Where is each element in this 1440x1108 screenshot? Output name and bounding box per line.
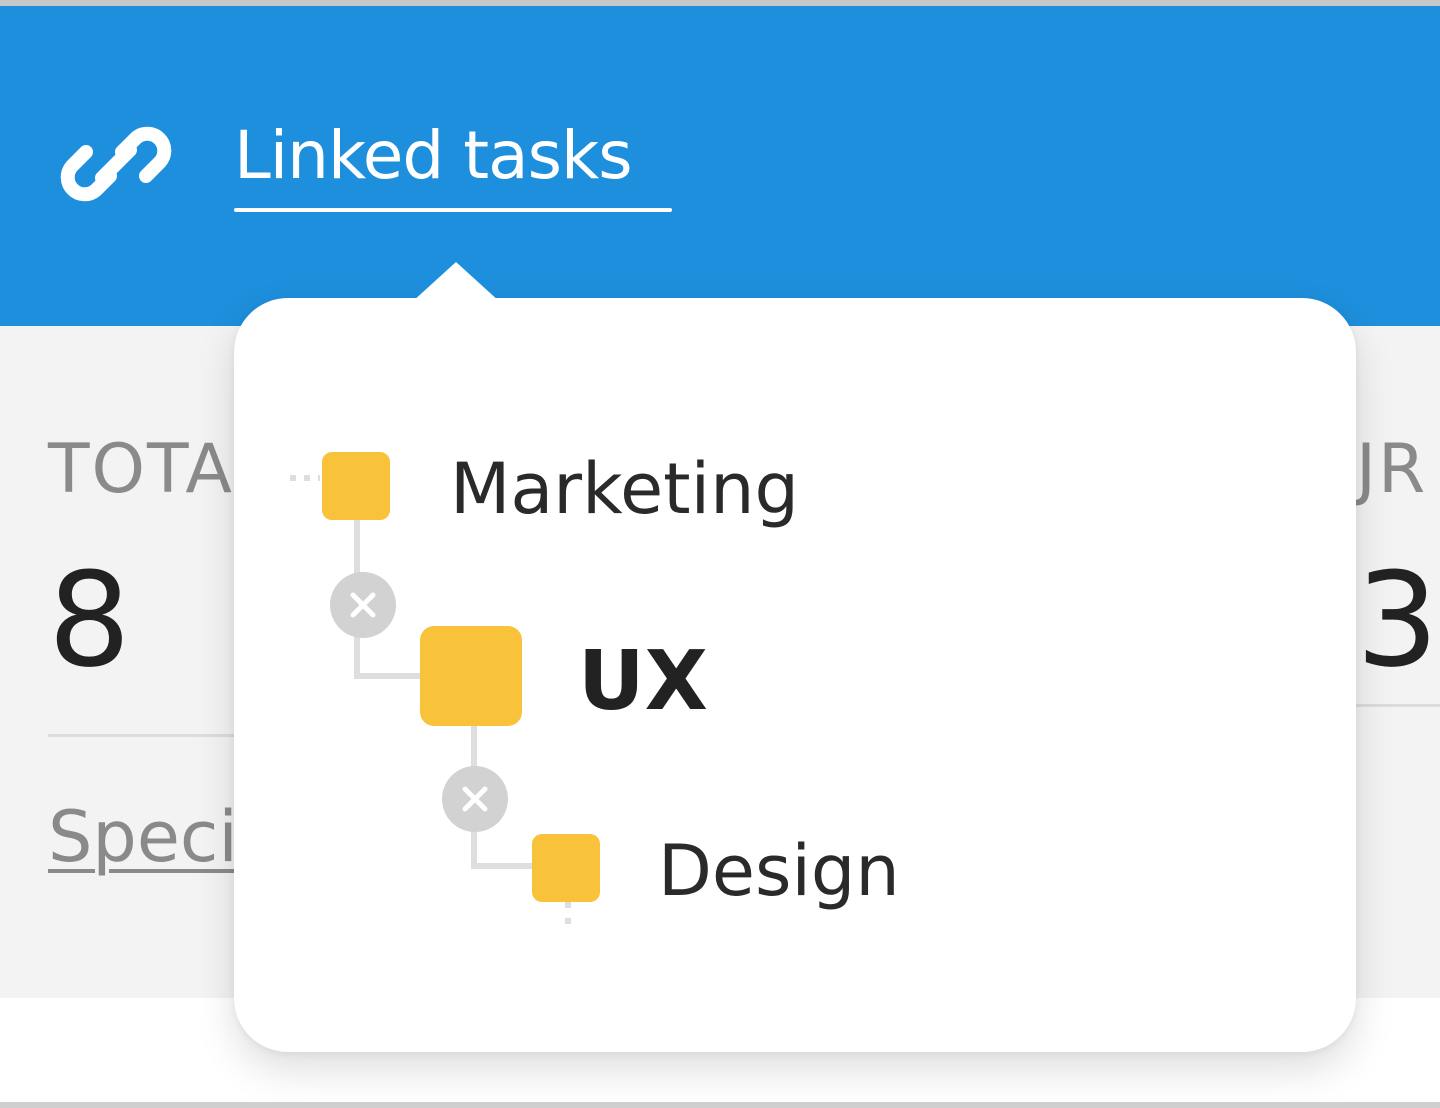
stats-divider-left — [48, 734, 234, 737]
task-label-design[interactable]: Design — [658, 828, 900, 914]
tab-linked-tasks[interactable]: Linked tasks — [234, 116, 633, 196]
close-icon — [462, 786, 488, 812]
stats-divider-right — [1356, 704, 1440, 707]
tab-active-underline — [234, 208, 672, 212]
task-node-marketing[interactable] — [322, 452, 390, 520]
window-bottom-border — [0, 1102, 1440, 1108]
task-label-marketing[interactable]: Marketing — [450, 446, 799, 532]
unlink-marketing-button[interactable] — [330, 572, 396, 638]
total-value: 8 — [48, 544, 131, 696]
link-icon — [60, 126, 172, 202]
total-label: TOTA — [48, 430, 234, 509]
header-bar: Linked tasks — [0, 6, 1440, 326]
close-icon — [350, 592, 376, 618]
task-label-ux[interactable]: UX — [578, 634, 708, 730]
right-stat-value: 3 — [1356, 544, 1439, 696]
specifications-link[interactable]: Speci — [48, 796, 238, 878]
popover-caret — [412, 262, 500, 302]
task-node-design[interactable] — [532, 834, 600, 902]
unlink-ux-button[interactable] — [442, 766, 508, 832]
right-stat-label: JR — [1356, 430, 1428, 509]
task-node-ux-current[interactable] — [420, 626, 522, 726]
linked-tasks-popover — [234, 298, 1356, 1052]
